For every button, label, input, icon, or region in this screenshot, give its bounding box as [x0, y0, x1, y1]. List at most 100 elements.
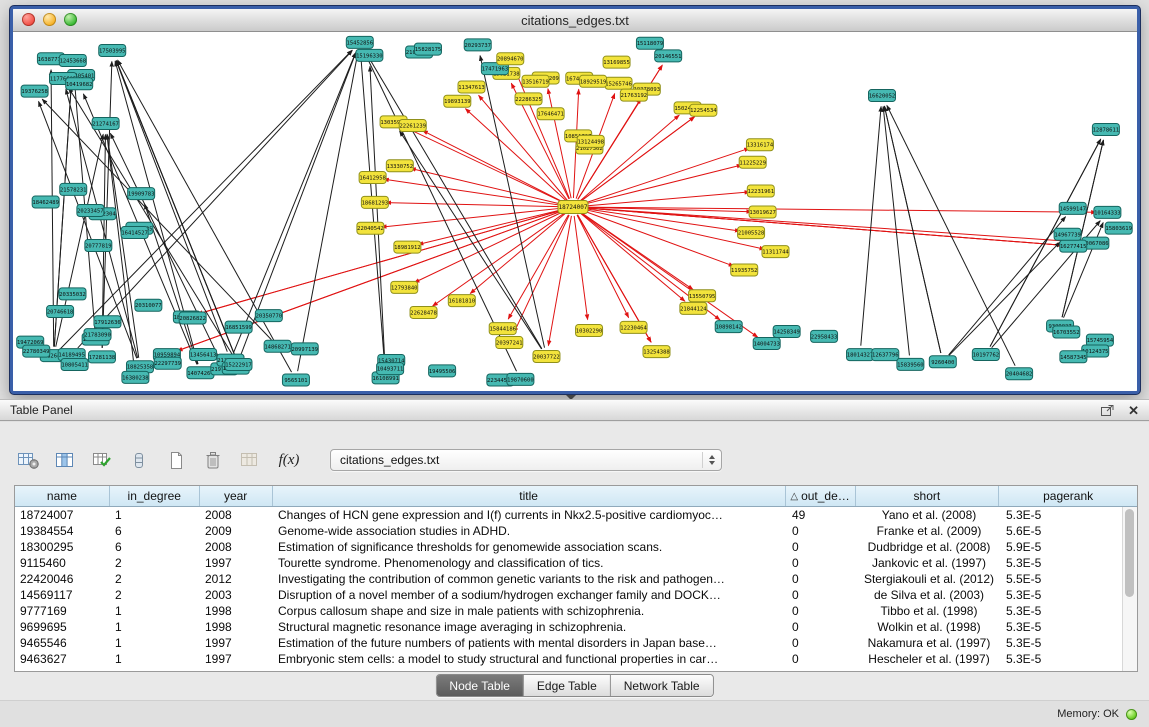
function-builder-button[interactable]: f(x)	[275, 452, 303, 469]
graph-node[interactable]: 15118079	[636, 37, 663, 49]
graph-node[interactable]: 20037722	[533, 350, 560, 362]
graph-node[interactable]: 13330752	[386, 160, 413, 172]
graph-node[interactable]: 15265746	[605, 77, 632, 89]
window-titlebar[interactable]: citations_edges.txt	[13, 9, 1137, 32]
graph-edge[interactable]	[582, 165, 742, 205]
graph-node[interactable]: 9565101	[282, 374, 309, 386]
graph-node[interactable]: 22780349	[23, 345, 50, 357]
graph-edge[interactable]	[582, 148, 750, 204]
row-height-icon[interactable]	[127, 448, 151, 472]
table-row[interactable]: 1830029562008Estimation of significance …	[15, 539, 1125, 555]
graph-edge[interactable]	[861, 107, 881, 346]
graph-node[interactable]: 16703552	[1053, 326, 1080, 338]
table-row[interactable]: 977716911998Corpus callosum shape and si…	[15, 603, 1125, 619]
graph-node[interactable]: 12453668	[59, 55, 86, 67]
graph-node[interactable]: 20350770	[255, 310, 282, 322]
graph-node[interactable]: 20335032	[59, 288, 86, 300]
graph-node[interactable]: 10164333	[1094, 206, 1121, 218]
graph-node[interactable]: 16620052	[869, 90, 896, 102]
column-header-name[interactable]: name	[15, 486, 110, 506]
graph-node[interactable]: 12231961	[747, 185, 774, 197]
graph-node[interactable]: 14258349	[773, 325, 800, 337]
graph-edge[interactable]	[298, 53, 358, 371]
graph-edge[interactable]	[884, 106, 940, 353]
graph-node[interactable]: 14004733	[753, 338, 780, 350]
graph-edge[interactable]	[361, 53, 385, 369]
table-row[interactable]: 911546021997Tourette syndrome. Phenomeno…	[15, 555, 1125, 571]
graph-node[interactable]: 15839560	[897, 358, 924, 370]
graph-node[interactable]: 13169855	[603, 56, 630, 68]
graph-node[interactable]: 16277415	[1060, 240, 1087, 252]
graph-node[interactable]: 20997139	[291, 343, 318, 355]
graph-node[interactable]: 13254388	[643, 346, 670, 358]
network-view-canvas[interactable]: 1301962721005528113117441193575213550795…	[13, 32, 1137, 391]
tab-network-table[interactable]: Network Table	[611, 675, 713, 696]
graph-node[interactable]: 22958433	[811, 330, 838, 342]
graph-node[interactable]: 20826822	[179, 312, 206, 324]
graph-edge[interactable]	[508, 215, 568, 319]
graph-edge[interactable]	[102, 61, 112, 347]
graph-edge[interactable]	[582, 208, 1062, 246]
table-mode-settings-icon[interactable]	[16, 448, 40, 472]
graph-node[interactable]: 15844186	[489, 323, 516, 335]
graph-edge[interactable]	[423, 131, 565, 203]
citation-network-graph[interactable]: 1301962721005528113117441193575213550795…	[13, 32, 1137, 391]
table-source-select[interactable]: citations_edges.txt	[330, 449, 722, 471]
graph-node[interactable]: 21578231	[60, 183, 87, 195]
graph-node[interactable]: 13516719	[522, 75, 549, 87]
minimize-button[interactable]	[43, 13, 56, 26]
graph-node[interactable]: 20894670	[497, 53, 524, 65]
graph-node[interactable]: 21763192	[620, 89, 647, 101]
graph-node[interactable]: 21783090	[84, 329, 111, 341]
graph-node[interactable]: 21274167	[92, 117, 119, 129]
graph-node[interactable]: 14868271	[264, 340, 291, 352]
graph-edge[interactable]	[580, 117, 694, 202]
graph-node[interactable]: 13550795	[689, 290, 716, 302]
graph-node[interactable]: 16380238	[122, 371, 149, 383]
table-row[interactable]: 1938455462009Genome-wide association stu…	[15, 523, 1125, 539]
graph-node[interactable]: 15828175	[414, 43, 441, 55]
graph-node[interactable]: 20233457	[77, 204, 104, 216]
graph-node[interactable]: 20746618	[47, 306, 74, 318]
table-row[interactable]: 946554611997Estimation of the future num…	[15, 635, 1125, 651]
graph-edge[interactable]	[418, 209, 564, 244]
graph-node[interactable]: 11311744	[762, 246, 789, 258]
graph-edge[interactable]	[582, 208, 740, 231]
tab-edge-table[interactable]: Edge Table	[524, 675, 611, 696]
graph-node[interactable]: 15745954	[1086, 334, 1113, 346]
graph-edge[interactable]	[118, 60, 292, 372]
graph-edge[interactable]	[582, 192, 750, 206]
graph-node[interactable]: 19909783	[128, 188, 155, 200]
graph-node[interactable]: 14587345	[1060, 351, 1087, 363]
graph-node[interactable]: 16414527	[121, 227, 148, 239]
graph-node[interactable]: 12793840	[391, 281, 418, 293]
graph-edge[interactable]	[581, 210, 733, 266]
graph-edge[interactable]	[582, 208, 1084, 243]
graph-node[interactable]: 13316174	[746, 139, 773, 151]
graph-node[interactable]: 18462489	[32, 196, 59, 208]
graph-edge[interactable]	[78, 50, 353, 348]
tab-node-table[interactable]: Node Table	[436, 675, 524, 696]
table-row[interactable]: 1872400712008Changes of HCN gene express…	[15, 507, 1125, 523]
memory-ok-led-icon[interactable]	[1126, 709, 1137, 720]
graph-node[interactable]: 10197762	[972, 348, 999, 360]
graph-node[interactable]: 19893139	[444, 95, 471, 107]
graph-edge[interactable]	[234, 53, 356, 352]
graph-node[interactable]: 19870600	[507, 373, 534, 385]
table-row[interactable]: 1456911722003Disruption of a novel membe…	[15, 587, 1125, 603]
graph-node[interactable]: 10898142	[715, 321, 742, 333]
graph-edge[interactable]	[433, 212, 566, 306]
graph-edge[interactable]	[580, 213, 685, 301]
graph-edge[interactable]	[370, 66, 385, 369]
graph-edge[interactable]	[949, 242, 1060, 355]
graph-node[interactable]: 17503995	[99, 44, 126, 56]
graph-node[interactable]: 20397241	[496, 337, 523, 349]
column-header-short[interactable]: short	[856, 486, 1000, 506]
graph-node[interactable]: 22628478	[410, 306, 437, 318]
graph-node[interactable]: 16181810	[448, 295, 475, 307]
graph-node[interactable]: 20293737	[464, 39, 491, 51]
graph-node[interactable]: 22286325	[515, 93, 542, 105]
graph-node[interactable]: 17912636	[94, 316, 121, 328]
graph-node[interactable]: 22040542	[357, 222, 384, 234]
new-column-icon[interactable]	[164, 448, 188, 472]
